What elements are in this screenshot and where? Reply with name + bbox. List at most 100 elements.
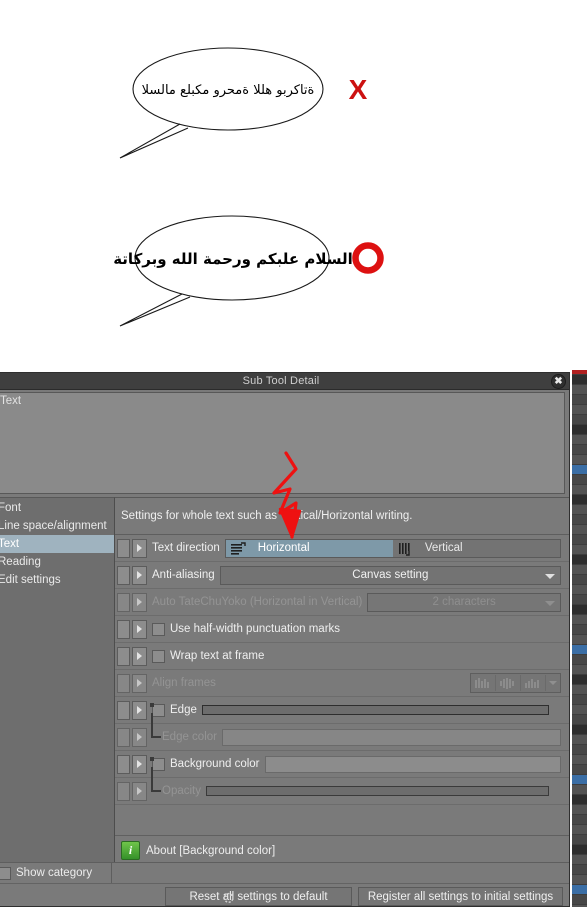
bg-strip-row [572, 605, 587, 615]
show-category-checkbox[interactable] [0, 866, 11, 880]
row-expand-arrow-icon[interactable] [132, 646, 147, 666]
row-label-align-frames: Align frames [152, 677, 216, 689]
row-toggle-box[interactable] [117, 673, 130, 693]
dialog-titlebar[interactable]: Sub Tool Detail ✖ [0, 373, 569, 390]
category-item-reading[interactable]: Reading [0, 553, 114, 571]
bad-example-group: السلام علبكم ورحمة الله وبركاتة [119, 47, 324, 159]
row-label-opacity: Opacity [162, 785, 201, 797]
category-item-font[interactable]: Font [0, 499, 114, 517]
reset-all-settings-label: Reset all settings to default [189, 890, 328, 903]
row-toggle-box[interactable] [117, 619, 130, 639]
row-expand-arrow-icon[interactable] [132, 781, 147, 801]
bg-strip-row [572, 495, 587, 505]
bg-strip-row [572, 855, 587, 865]
footer-top-bar: Show category [0, 863, 569, 884]
anti-aliasing-dropdown[interactable]: Canvas setting [219, 565, 561, 585]
category-item-edit-settings[interactable]: Edit settings [0, 571, 114, 589]
row-label-text-direction: Text direction [152, 542, 220, 554]
row-wrap-text-at-frame: Wrap text at frame [115, 643, 569, 670]
row-expand-arrow-icon[interactable] [132, 592, 147, 612]
bg-strip-row [572, 475, 587, 485]
reset-all-settings-button[interactable]: Reset all settings to default [165, 887, 352, 906]
chevron-down-icon [545, 600, 555, 606]
correct-marker [352, 242, 384, 274]
vertical-lines-icon [398, 542, 410, 556]
bg-strip-row [572, 525, 587, 535]
chevron-down-icon [546, 681, 560, 685]
background-color-swatch[interactable] [264, 755, 561, 773]
text-direction-vertical-option[interactable]: Vertical [392, 539, 561, 557]
text-direction-horizontal-label: Horizontal [257, 542, 310, 554]
bg-strip-row [572, 465, 587, 475]
row-align-frames: Align frames [115, 670, 569, 697]
bg-strip-row [572, 785, 587, 795]
preview-label: Text [0, 395, 22, 407]
row-expand-arrow-icon[interactable] [132, 673, 147, 693]
row-label-background-color: Background color [170, 758, 260, 770]
row-label-edge: Edge [170, 704, 197, 716]
dialog-footer: Show category Reset all settings to defa… [0, 862, 569, 906]
bg-strip-row [572, 865, 587, 875]
bg-strip-row [572, 445, 587, 455]
bg-strip-row [572, 705, 587, 715]
row-auto-tatechuyoko: Auto TateChuYoko (Horizontal in Vertical… [115, 589, 569, 616]
bg-strip-row [572, 765, 587, 775]
row-label-use-half-width-punctuation-marks: Use half-width punctuation marks [170, 623, 341, 635]
group-connector [151, 713, 161, 738]
bg-strip-row [572, 795, 587, 805]
row-toggle-box[interactable] [117, 538, 130, 558]
bg-strip-row [572, 485, 587, 495]
row-toggle-box[interactable] [117, 565, 130, 585]
row-expand-arrow-icon[interactable] [132, 538, 147, 558]
edge-slider[interactable] [201, 705, 549, 715]
bg-strip-row [572, 545, 587, 555]
bg-strip-row [572, 625, 587, 635]
group-connector-top [150, 757, 154, 761]
bg-strip-row [572, 565, 587, 575]
bg-strip-row [572, 385, 587, 395]
row-toggle-box[interactable] [117, 781, 130, 801]
row-use-half-width-punctuation-marks: Use half-width punctuation marks [115, 616, 569, 643]
row-expand-arrow-icon[interactable] [132, 700, 147, 720]
register-all-settings-button[interactable]: Register all settings to initial setting… [358, 887, 563, 906]
bg-strip-row [572, 805, 587, 815]
auto-tatechuyoko-dropdown: 2 characters [367, 592, 561, 612]
row-expand-arrow-icon[interactable] [132, 619, 147, 639]
horizontal-lines-icon [230, 541, 246, 555]
text-preview-pane[interactable]: Text [0, 392, 565, 539]
align-frames-button-group [470, 673, 561, 693]
align-left-icon [471, 675, 496, 691]
category-list: Font Line space/alignment Text Reading E… [0, 497, 115, 879]
align-center-icon [496, 675, 521, 691]
text-direction-horizontal-option[interactable]: Horizontal [225, 539, 393, 557]
row-expand-arrow-icon[interactable] [132, 754, 147, 774]
row-toggle-box[interactable] [117, 727, 130, 747]
category-item-line-space-alignment[interactable]: Line space/alignment [0, 517, 114, 535]
text-direction-segmented-control: Horizontal Vertical [224, 538, 561, 558]
wrap-text-at-frame-checkbox[interactable] [152, 649, 165, 663]
row-toggle-box[interactable] [117, 700, 130, 720]
good-bubble-tail [119, 293, 191, 327]
bg-strip-row [572, 685, 587, 695]
bg-strip-row [572, 735, 587, 745]
bg-strip-row [572, 575, 587, 585]
category-item-text[interactable]: Text [0, 535, 114, 553]
bg-strip-row [572, 435, 587, 445]
bg-strip-row [572, 535, 587, 545]
close-icon[interactable]: ✖ [551, 374, 566, 389]
row-toggle-box[interactable] [117, 592, 130, 612]
bg-strip-row [572, 895, 587, 905]
row-toggle-box[interactable] [117, 646, 130, 666]
illustration-canvas: السلام علبكم ورحمة الله وبركاتة X السلام… [0, 0, 587, 372]
good-arabic-text: السلام علبكم ورحمة الله وبركاتة [113, 250, 353, 268]
bg-strip-row [572, 645, 587, 655]
row-expand-arrow-icon[interactable] [132, 727, 147, 747]
row-expand-arrow-icon[interactable] [132, 565, 147, 585]
dialog-title: Sub Tool Detail [242, 375, 320, 387]
bg-strip-row [572, 405, 587, 415]
bg-strip-row [572, 745, 587, 755]
bg-strip-row [572, 455, 587, 465]
use-half-width-punctuation-marks-checkbox[interactable] [152, 622, 165, 636]
bg-strip-row [572, 635, 587, 645]
row-toggle-box[interactable] [117, 754, 130, 774]
